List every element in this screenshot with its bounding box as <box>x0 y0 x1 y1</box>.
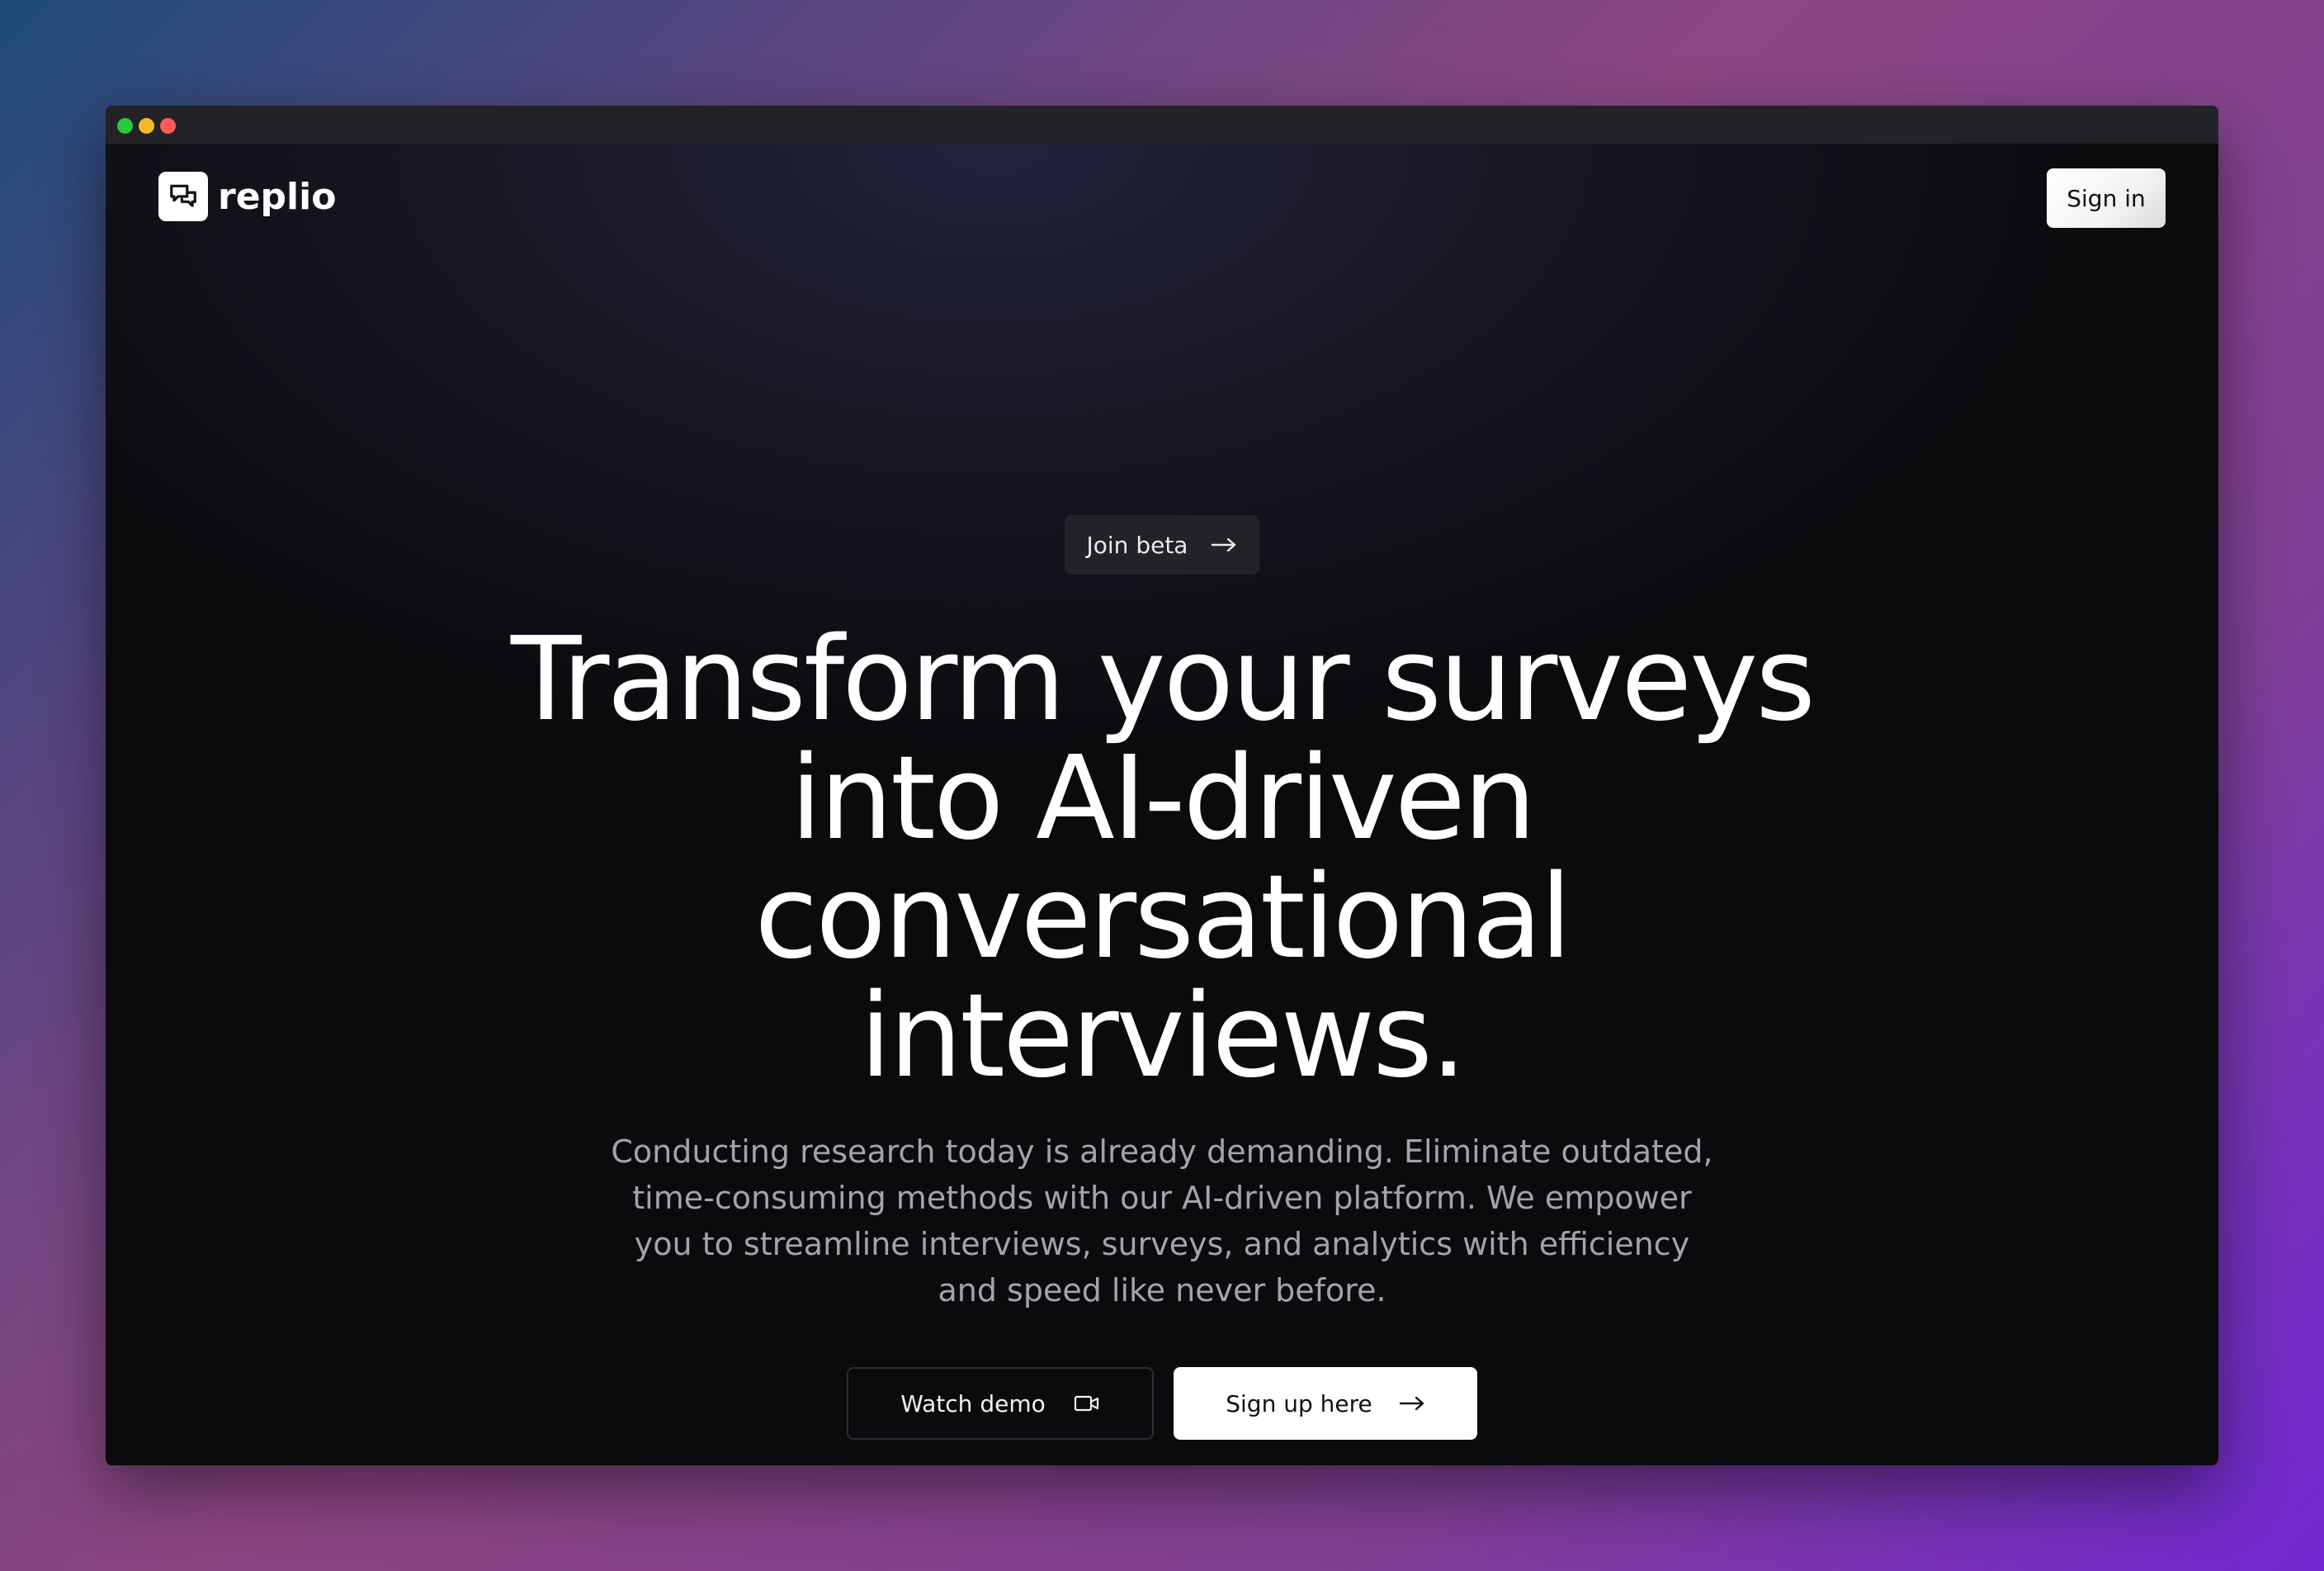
browser-window: replio Sign in Join beta Transform your … <box>106 106 2218 1465</box>
hero-description: Conducting research today is already dem… <box>601 1129 1723 1313</box>
sign-in-button[interactable]: Sign in <box>2047 168 2166 228</box>
description-line: you to streamline interviews, surveys, a… <box>634 1226 1690 1262</box>
window-close-button[interactable] <box>160 118 176 134</box>
watch-demo-label: Watch demo <box>900 1389 1046 1417</box>
headline-line: into AI-driven <box>790 731 1536 866</box>
window-maximize-button[interactable] <box>117 118 133 134</box>
headline-line: interviews. <box>859 969 1467 1104</box>
brand-name: replio <box>218 175 337 218</box>
arrow-right-icon <box>1211 537 1237 553</box>
headline-line: Transform your surveys <box>510 613 1816 747</box>
description-line: Conducting research today is already dem… <box>611 1133 1713 1170</box>
description-line: and speed like never before. <box>938 1272 1386 1308</box>
join-beta-button[interactable]: Join beta <box>1065 515 1259 575</box>
watch-demo-button[interactable]: Watch demo <box>847 1367 1154 1440</box>
chat-bubbles-icon <box>158 172 208 221</box>
sign-up-button[interactable]: Sign up here <box>1174 1367 1477 1440</box>
sign-up-label: Sign up here <box>1226 1389 1372 1417</box>
join-beta-label: Join beta <box>1086 531 1188 559</box>
arrow-right-icon <box>1399 1395 1425 1412</box>
brand-logo[interactable]: replio <box>158 172 336 221</box>
description-line: time-consuming methods with our AI-drive… <box>632 1180 1692 1216</box>
window-minimize-button[interactable] <box>139 118 154 134</box>
hero-headline: Transform your surveys into AI-driven co… <box>337 621 1987 1096</box>
window-titlebar <box>106 106 2218 144</box>
headline-line: conversational <box>754 850 1572 985</box>
landing-page: replio Sign in Join beta Transform your … <box>106 144 2218 1465</box>
video-camera-icon <box>1074 1394 1100 1412</box>
